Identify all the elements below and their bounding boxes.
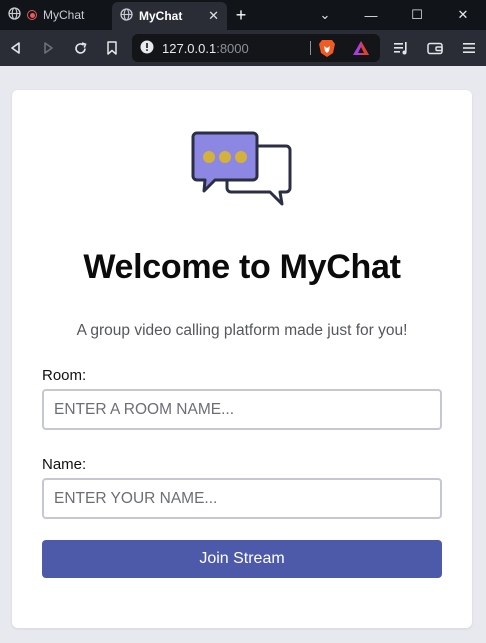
tab-strip: MyChat MyChat ✕ + ⌄ — ☐ ✕ — [0, 0, 486, 30]
url-host: 127.0.0.1 — [162, 40, 217, 56]
tab-label: MyChat — [139, 9, 183, 23]
brave-rewards-icon[interactable] — [352, 40, 370, 59]
tab-search-dropdown-icon[interactable]: ⌄ — [302, 0, 348, 30]
menu-icon[interactable] — [452, 30, 486, 66]
maximize-button[interactable]: ☐ — [394, 0, 440, 30]
bookmark-icon[interactable] — [96, 30, 128, 66]
brave-shields-icon[interactable] — [318, 39, 336, 61]
window-controls: ⌄ — ☐ ✕ — [302, 0, 486, 30]
tab-close-icon[interactable]: ✕ — [208, 8, 219, 24]
join-room-card: Welcome to MyChat A group video calling … — [12, 90, 472, 628]
url-port: :8000 — [216, 40, 249, 56]
page-title: Welcome to MyChat — [83, 248, 401, 286]
globe-icon — [8, 7, 21, 23]
chat-bubbles-logo-icon — [190, 130, 294, 215]
new-tab-button[interactable]: + — [227, 0, 255, 30]
toolbar-right — [384, 30, 486, 66]
page-subtitle: A group video calling platform made just… — [76, 322, 408, 339]
tab-mychat-inactive[interactable]: MyChat — [0, 0, 112, 30]
playlist-icon[interactable] — [384, 30, 418, 66]
tab-label: MyChat — [43, 8, 85, 22]
room-label: Room: — [42, 367, 87, 384]
globe-icon — [120, 8, 133, 24]
reload-icon[interactable] — [64, 30, 96, 66]
site-info-icon[interactable] — [140, 40, 154, 57]
back-icon[interactable] — [0, 30, 32, 66]
close-window-button[interactable]: ✕ — [440, 0, 486, 30]
name-input[interactable] — [42, 478, 442, 519]
wallet-icon[interactable] — [418, 30, 452, 66]
room-input[interactable] — [42, 389, 442, 430]
url-text: 127.0.0.1:8000 — [162, 41, 249, 56]
forward-icon[interactable] — [32, 30, 64, 66]
browser-toolbar: 127.0.0.1:8000 — [0, 30, 486, 66]
minimize-button[interactable]: — — [348, 0, 394, 30]
address-bar[interactable]: 127.0.0.1:8000 — [132, 34, 380, 62]
name-label: Name: — [42, 456, 87, 473]
recording-icon — [27, 10, 37, 20]
address-bar-divider — [310, 41, 311, 55]
join-stream-button[interactable]: Join Stream — [42, 540, 442, 578]
tab-mychat-active[interactable]: MyChat ✕ — [112, 2, 227, 30]
